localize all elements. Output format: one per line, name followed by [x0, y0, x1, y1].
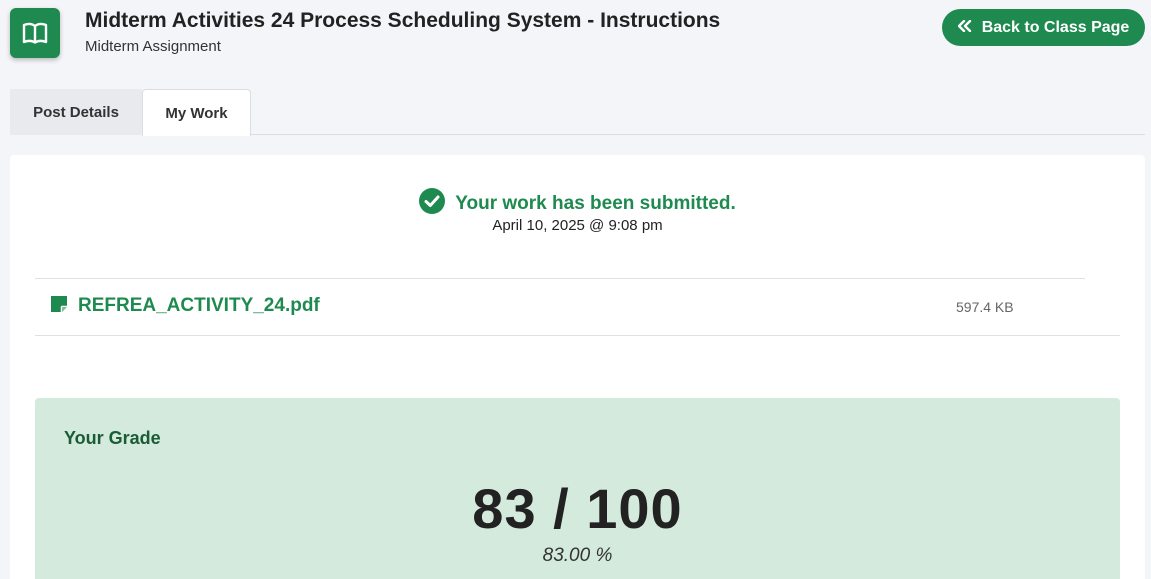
grade-panel: Your Grade 83 / 100 83.00 % [35, 398, 1120, 579]
grade-percent: 83.00 % [542, 545, 613, 566]
page-header: Midterm Activities 24 Process Scheduling… [0, 0, 1151, 88]
divider [35, 335, 1120, 336]
submission-status: Your work has been submitted. [10, 188, 1145, 219]
attachment-file-size: 597.4 KB [956, 299, 1014, 315]
check-circle-icon [419, 188, 446, 219]
tab-post-details[interactable]: Post Details [10, 89, 142, 135]
back-button-label: Back to Class Page [981, 18, 1130, 36]
attachment-file-name: REFREA_ACTIVITY_24.pdf [78, 295, 320, 316]
open-book-icon [10, 8, 60, 58]
page-title: Midterm Activities 24 Process Scheduling… [85, 9, 721, 32]
divider [35, 278, 1085, 279]
attachment-link[interactable]: REFREA_ACTIVITY_24.pdf [50, 293, 320, 319]
grade-score: 83 / 100 [472, 477, 683, 540]
tab-my-work[interactable]: My Work [142, 89, 251, 136]
submission-date: April 10, 2025 @ 9:08 pm [492, 217, 663, 234]
file-icon [50, 295, 68, 318]
double-chevron-left-icon [957, 19, 972, 37]
page-subtitle: Midterm Assignment [85, 38, 221, 55]
tab-bar: Post Details My Work [10, 89, 1145, 136]
my-work-panel: Your work has been submitted. April 10, … [10, 155, 1145, 579]
grade-label: Your Grade [64, 428, 161, 448]
back-to-class-button[interactable]: Back to Class Page [942, 9, 1145, 46]
submission-status-text: Your work has been submitted. [455, 192, 736, 214]
